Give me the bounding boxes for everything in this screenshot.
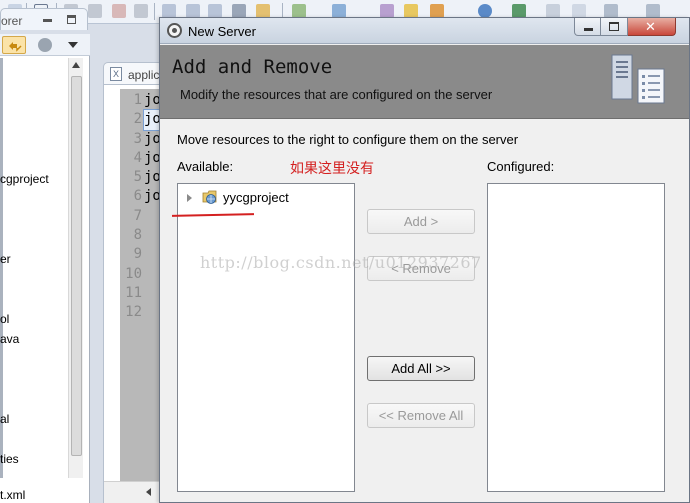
tree-item[interactable]: ol [0,312,9,326]
project-explorer-tab[interactable]: orer [0,8,88,30]
tree-item[interactable]: ties [0,452,19,466]
configured-list[interactable] [487,183,665,492]
run-icon[interactable] [512,4,526,18]
maximize-button[interactable] [601,18,628,36]
vertical-scrollbar[interactable] [68,58,83,478]
list-icon[interactable] [232,4,246,18]
link-with-editor-button[interactable] [2,36,26,54]
line-number: 1 [133,92,142,108]
tree-item[interactable]: er [0,252,11,266]
line-number: 8 [133,227,142,244]
collapse-all-icon[interactable] [38,38,52,52]
step-over-icon[interactable] [186,4,200,18]
code-editor[interactable]: 1 2 3 4 5 6 7 8 9 10 11 12 jo jo jo jo j… [103,84,164,503]
xml-file-icon: X [110,67,122,81]
instruction-text: Move resources to the right to configure… [177,132,519,147]
close-icon: ✕ [645,19,656,34]
scrollbar-thumb[interactable] [71,76,82,456]
web-project-icon [202,190,217,204]
step-into-icon[interactable] [162,4,176,18]
maximize-view-icon[interactable] [67,15,76,24]
server-resources-icon [611,54,665,104]
configured-label: Configured: [487,159,555,174]
toolbar-separator [154,3,155,20]
line-number: 3 [133,130,142,147]
scroll-left-arrow-icon[interactable] [146,488,151,496]
add-all-button[interactable]: Add All >> [367,356,475,381]
back-icon[interactable] [604,4,618,18]
line-number: 9 [133,246,142,263]
line-number: 10 [125,265,142,282]
line-number: 7 [133,207,142,224]
tree-item[interactable]: al [0,412,9,426]
dialog-title: New Server [188,24,256,39]
link-icon [9,42,22,52]
line-number: 12 [125,304,142,321]
minimize-button[interactable] [574,18,601,36]
editor-horizontal-scrollbar[interactable] [104,481,164,503]
wizard-banner: Add and Remove Modify the resources that… [160,45,689,119]
suspend-icon[interactable] [88,4,102,18]
project-name: yycgproject [223,190,289,205]
server-wizard-icon [167,23,182,38]
line-number: 2 [133,111,142,128]
line-number: 5 [133,169,142,186]
disconnect-icon[interactable] [134,4,148,18]
drop-to-frame-icon[interactable] [256,4,270,18]
maximize-icon [609,22,619,31]
step-return-icon[interactable] [208,4,222,18]
wizard-page-title: Add and Remove [172,56,333,78]
tree-item[interactable]: ava [0,332,19,346]
add-button[interactable]: Add > [367,209,475,234]
line-number: 4 [133,149,142,166]
editor-tab[interactable]: X applic [103,62,163,84]
wizard-page-description: Modify the resources that are configured… [180,87,493,102]
open-folder-icon[interactable] [404,4,418,18]
available-label: Available: [177,159,234,174]
globe-icon[interactable] [478,4,492,18]
expand-arrow-icon[interactable] [187,194,192,202]
line-number: 6 [133,188,142,205]
available-list[interactable]: yycgproject [177,183,355,492]
new-server-icon[interactable] [332,4,346,18]
line-number: 11 [125,284,142,301]
view-toolbar [0,34,90,56]
new-wizard-icon[interactable] [292,4,306,18]
window-icon[interactable] [546,4,560,18]
scroll-up-arrow-icon[interactable] [72,62,80,68]
editor-tab-label: applic [128,68,160,82]
minimize-icon [584,28,593,31]
terminate-icon[interactable] [112,4,126,18]
new-package-icon[interactable] [380,4,394,18]
minimize-view-icon[interactable] [43,19,52,22]
pencil-icon[interactable] [430,4,444,18]
wizard-content: Move resources to the right to configure… [160,120,689,502]
remove-all-button[interactable]: << Remove All [367,403,475,428]
project-explorer-view: orer cgproject er ol ava al ties t.xml [0,8,90,503]
dialog-title-bar[interactable]: New Server ✕ [160,18,689,44]
forward-icon[interactable] [646,4,660,18]
red-annotation-text: 如果这里没有 [290,161,374,177]
tree-item[interactable]: cgproject [0,172,49,186]
view-menu-chevron-icon[interactable] [68,42,78,48]
view-tab-label: orer [1,14,23,28]
document-icon[interactable] [572,4,586,18]
line-number-ruler: 1 2 3 4 5 6 7 8 9 10 11 12 [122,91,142,323]
close-button[interactable]: ✕ [628,18,676,36]
watermark-text: http://blog.csdn.net/u012937267 [200,253,482,272]
tree-item[interactable]: t.xml [0,488,25,502]
